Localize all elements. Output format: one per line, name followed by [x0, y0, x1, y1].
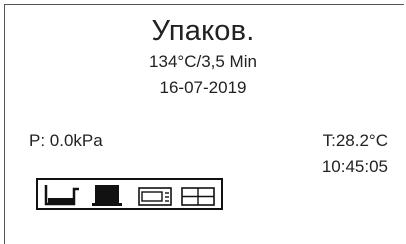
temperature-readout: T:28.2°C	[322, 131, 388, 150]
printer-icon	[138, 187, 172, 206]
pressure-readout: P: 0.0kPa	[29, 131, 103, 150]
grid-icon	[181, 187, 215, 206]
tray-full-icon	[92, 185, 122, 206]
date-label: 16-07-2019	[159, 78, 247, 97]
clock-readout: 10:45:05	[321, 157, 388, 176]
tray-empty-icon	[44, 185, 79, 206]
program-label: 134°C/3,5 Min	[149, 52, 257, 71]
page-title: Упаков.	[151, 15, 255, 47]
status-icon-bar	[36, 178, 223, 210]
